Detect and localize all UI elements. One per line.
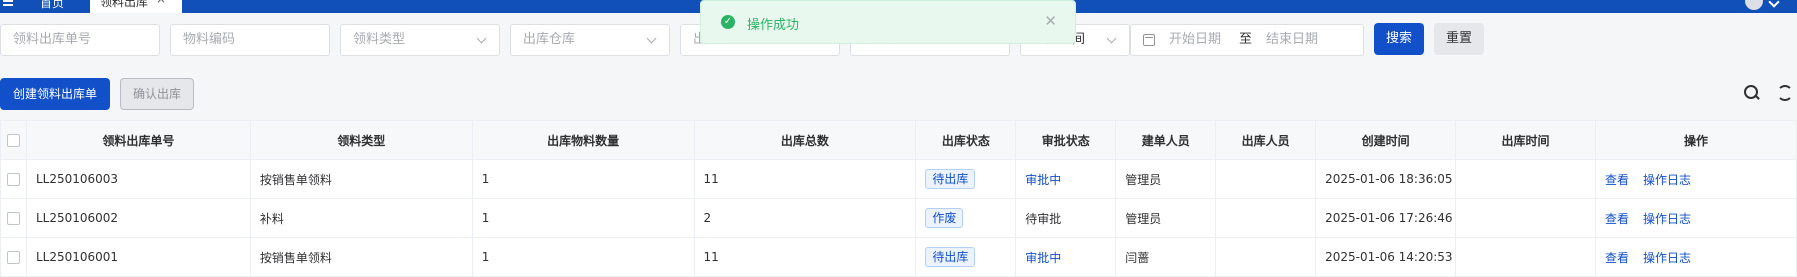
outbound-table: 领料出库单号 领料类型 出库物料数量 出库总数 出库状态 审批状态 建单人员 出…: [0, 120, 1797, 277]
cell-creator: 闫蔷: [1115, 237, 1217, 277]
search-icon[interactable]: [1744, 85, 1760, 101]
order-no-input[interactable]: 领料出库单号: [0, 24, 160, 56]
type-select[interactable]: 领料类型: [340, 24, 500, 56]
cell-creator: 管理员: [1115, 198, 1217, 238]
checkbox[interactable]: [6, 173, 20, 186]
log-link[interactable]: 操作日志: [1643, 173, 1691, 187]
avatar[interactable]: [1745, 0, 1763, 10]
checkbox[interactable]: [6, 212, 20, 225]
cell-status: 作废: [915, 198, 1017, 238]
cell-approval: 审批中: [1015, 159, 1117, 199]
view-link[interactable]: 查看: [1605, 212, 1629, 226]
approval-link[interactable]: 审批中: [1025, 173, 1061, 187]
column-header: 出库状态: [915, 120, 1017, 160]
cell-approval: 审批中: [1015, 237, 1117, 277]
row-checkbox[interactable]: [0, 159, 27, 199]
column-header: 出库总数: [693, 120, 917, 160]
date-start-input[interactable]: 开始日期: [1169, 25, 1221, 55]
checkbox[interactable]: [6, 251, 20, 264]
column-header: 建单人员: [1115, 120, 1217, 160]
table-row: LL250106002 补料 1 2 作废 待审批 管理员 2025-01-06…: [0, 198, 1797, 238]
chevron-down-icon: [476, 33, 487, 44]
column-header: 出库人员: [1215, 120, 1317, 160]
column-header: 领料类型: [249, 120, 473, 160]
status-badge: 待出库: [925, 247, 976, 267]
toast-message: 操作成功: [747, 18, 800, 33]
cell-material-qty: 1: [471, 198, 695, 238]
cell-actions: 查看 操作日志: [1595, 237, 1797, 277]
column-header: 操作: [1595, 120, 1797, 160]
search-button[interactable]: 搜索: [1374, 23, 1424, 55]
cell-material-qty: 1: [471, 159, 695, 199]
cell-actions: 查看 操作日志: [1595, 198, 1797, 238]
select-all-checkbox[interactable]: [0, 120, 27, 160]
date-range-picker[interactable]: 开始日期 至 结束日期: [1130, 24, 1364, 56]
table-header-row: 领料出库单号 领料类型 出库物料数量 出库总数 出库状态 审批状态 建单人员 出…: [0, 120, 1797, 160]
close-icon[interactable]: ✕: [1044, 12, 1057, 30]
cell-order-no: LL250106003: [25, 159, 251, 199]
chevron-down-icon: [646, 33, 657, 44]
log-link[interactable]: 操作日志: [1643, 212, 1691, 226]
column-header: 领料出库单号: [25, 120, 251, 160]
cell-approval: 待审批: [1015, 198, 1117, 238]
table-row: LL250106003 按销售单领料 1 11 待出库 审批中 管理员 2025…: [0, 159, 1797, 199]
status-badge: 作废: [925, 208, 964, 228]
refresh-icon[interactable]: [1777, 85, 1793, 101]
cell-type: 按销售单领料: [249, 237, 473, 277]
cell-actions: 查看 操作日志: [1595, 159, 1797, 199]
chevron-down-icon[interactable]: [1768, 0, 1780, 8]
cell-operator: [1215, 198, 1317, 238]
tab-label: 领料出库: [100, 0, 149, 9]
cell-created: 2025-01-06 18:36:05: [1315, 159, 1457, 199]
checkbox[interactable]: [6, 134, 20, 147]
type-select-placeholder: 领料类型: [353, 32, 406, 47]
success-toast: ✓ 操作成功 ✕: [700, 0, 1076, 44]
cell-out-time: [1455, 198, 1596, 238]
cell-order-no: LL250106001: [25, 237, 251, 277]
cell-status: 待出库: [915, 237, 1017, 277]
column-header: 出库时间: [1455, 120, 1596, 160]
cell-out-time: [1455, 159, 1596, 199]
approval-link[interactable]: 审批中: [1025, 251, 1061, 265]
cell-order-no: LL250106002: [25, 198, 251, 238]
cell-created: 2025-01-06 17:26:46: [1315, 198, 1457, 238]
cell-total: 11: [693, 237, 917, 277]
confirm-outbound-button[interactable]: 确认出库: [120, 78, 194, 110]
date-end-input[interactable]: 结束日期: [1266, 25, 1318, 55]
cell-operator: [1215, 237, 1317, 277]
view-link[interactable]: 查看: [1605, 251, 1629, 265]
reset-button[interactable]: 重置: [1434, 23, 1484, 55]
menu-icon[interactable]: [3, 0, 13, 6]
cell-type: 补料: [249, 198, 473, 238]
warehouse-select[interactable]: 出库仓库: [510, 24, 670, 56]
cell-operator: [1215, 159, 1317, 199]
tab-home[interactable]: 首页: [40, 0, 64, 13]
cell-created: 2025-01-06 14:20:53: [1315, 237, 1457, 277]
cell-material-qty: 1: [471, 237, 695, 277]
cell-creator: 管理员: [1115, 159, 1217, 199]
cell-type: 按销售单领料: [249, 159, 473, 199]
row-checkbox[interactable]: [0, 237, 27, 277]
status-badge: 待出库: [925, 169, 976, 189]
warehouse-select-placeholder: 出库仓库: [523, 32, 576, 47]
column-header: 审批状态: [1015, 120, 1117, 160]
log-link[interactable]: 操作日志: [1643, 251, 1691, 265]
column-header: 创建时间: [1315, 120, 1457, 160]
close-icon[interactable]: ×: [156, 0, 166, 5]
cell-status: 待出库: [915, 159, 1017, 199]
cell-out-time: [1455, 237, 1596, 277]
create-outbound-button[interactable]: 创建领料出库单: [0, 78, 110, 110]
calendar-icon: [1143, 34, 1155, 46]
chevron-down-icon: [1106, 33, 1117, 44]
cell-total: 11: [693, 159, 917, 199]
date-separator: 至: [1239, 32, 1253, 47]
column-header: 出库物料数量: [471, 120, 695, 160]
table-row: LL250106001 按销售单领料 1 11 待出库 审批中 闫蔷 2025-…: [0, 237, 1797, 277]
check-circle-icon: ✓: [721, 15, 735, 29]
view-link[interactable]: 查看: [1605, 173, 1629, 187]
row-checkbox[interactable]: [0, 198, 27, 238]
cell-total: 2: [693, 198, 917, 238]
tab-material-outbound[interactable]: 领料出库 ×: [90, 0, 182, 13]
material-code-input[interactable]: 物料编码: [170, 24, 330, 56]
